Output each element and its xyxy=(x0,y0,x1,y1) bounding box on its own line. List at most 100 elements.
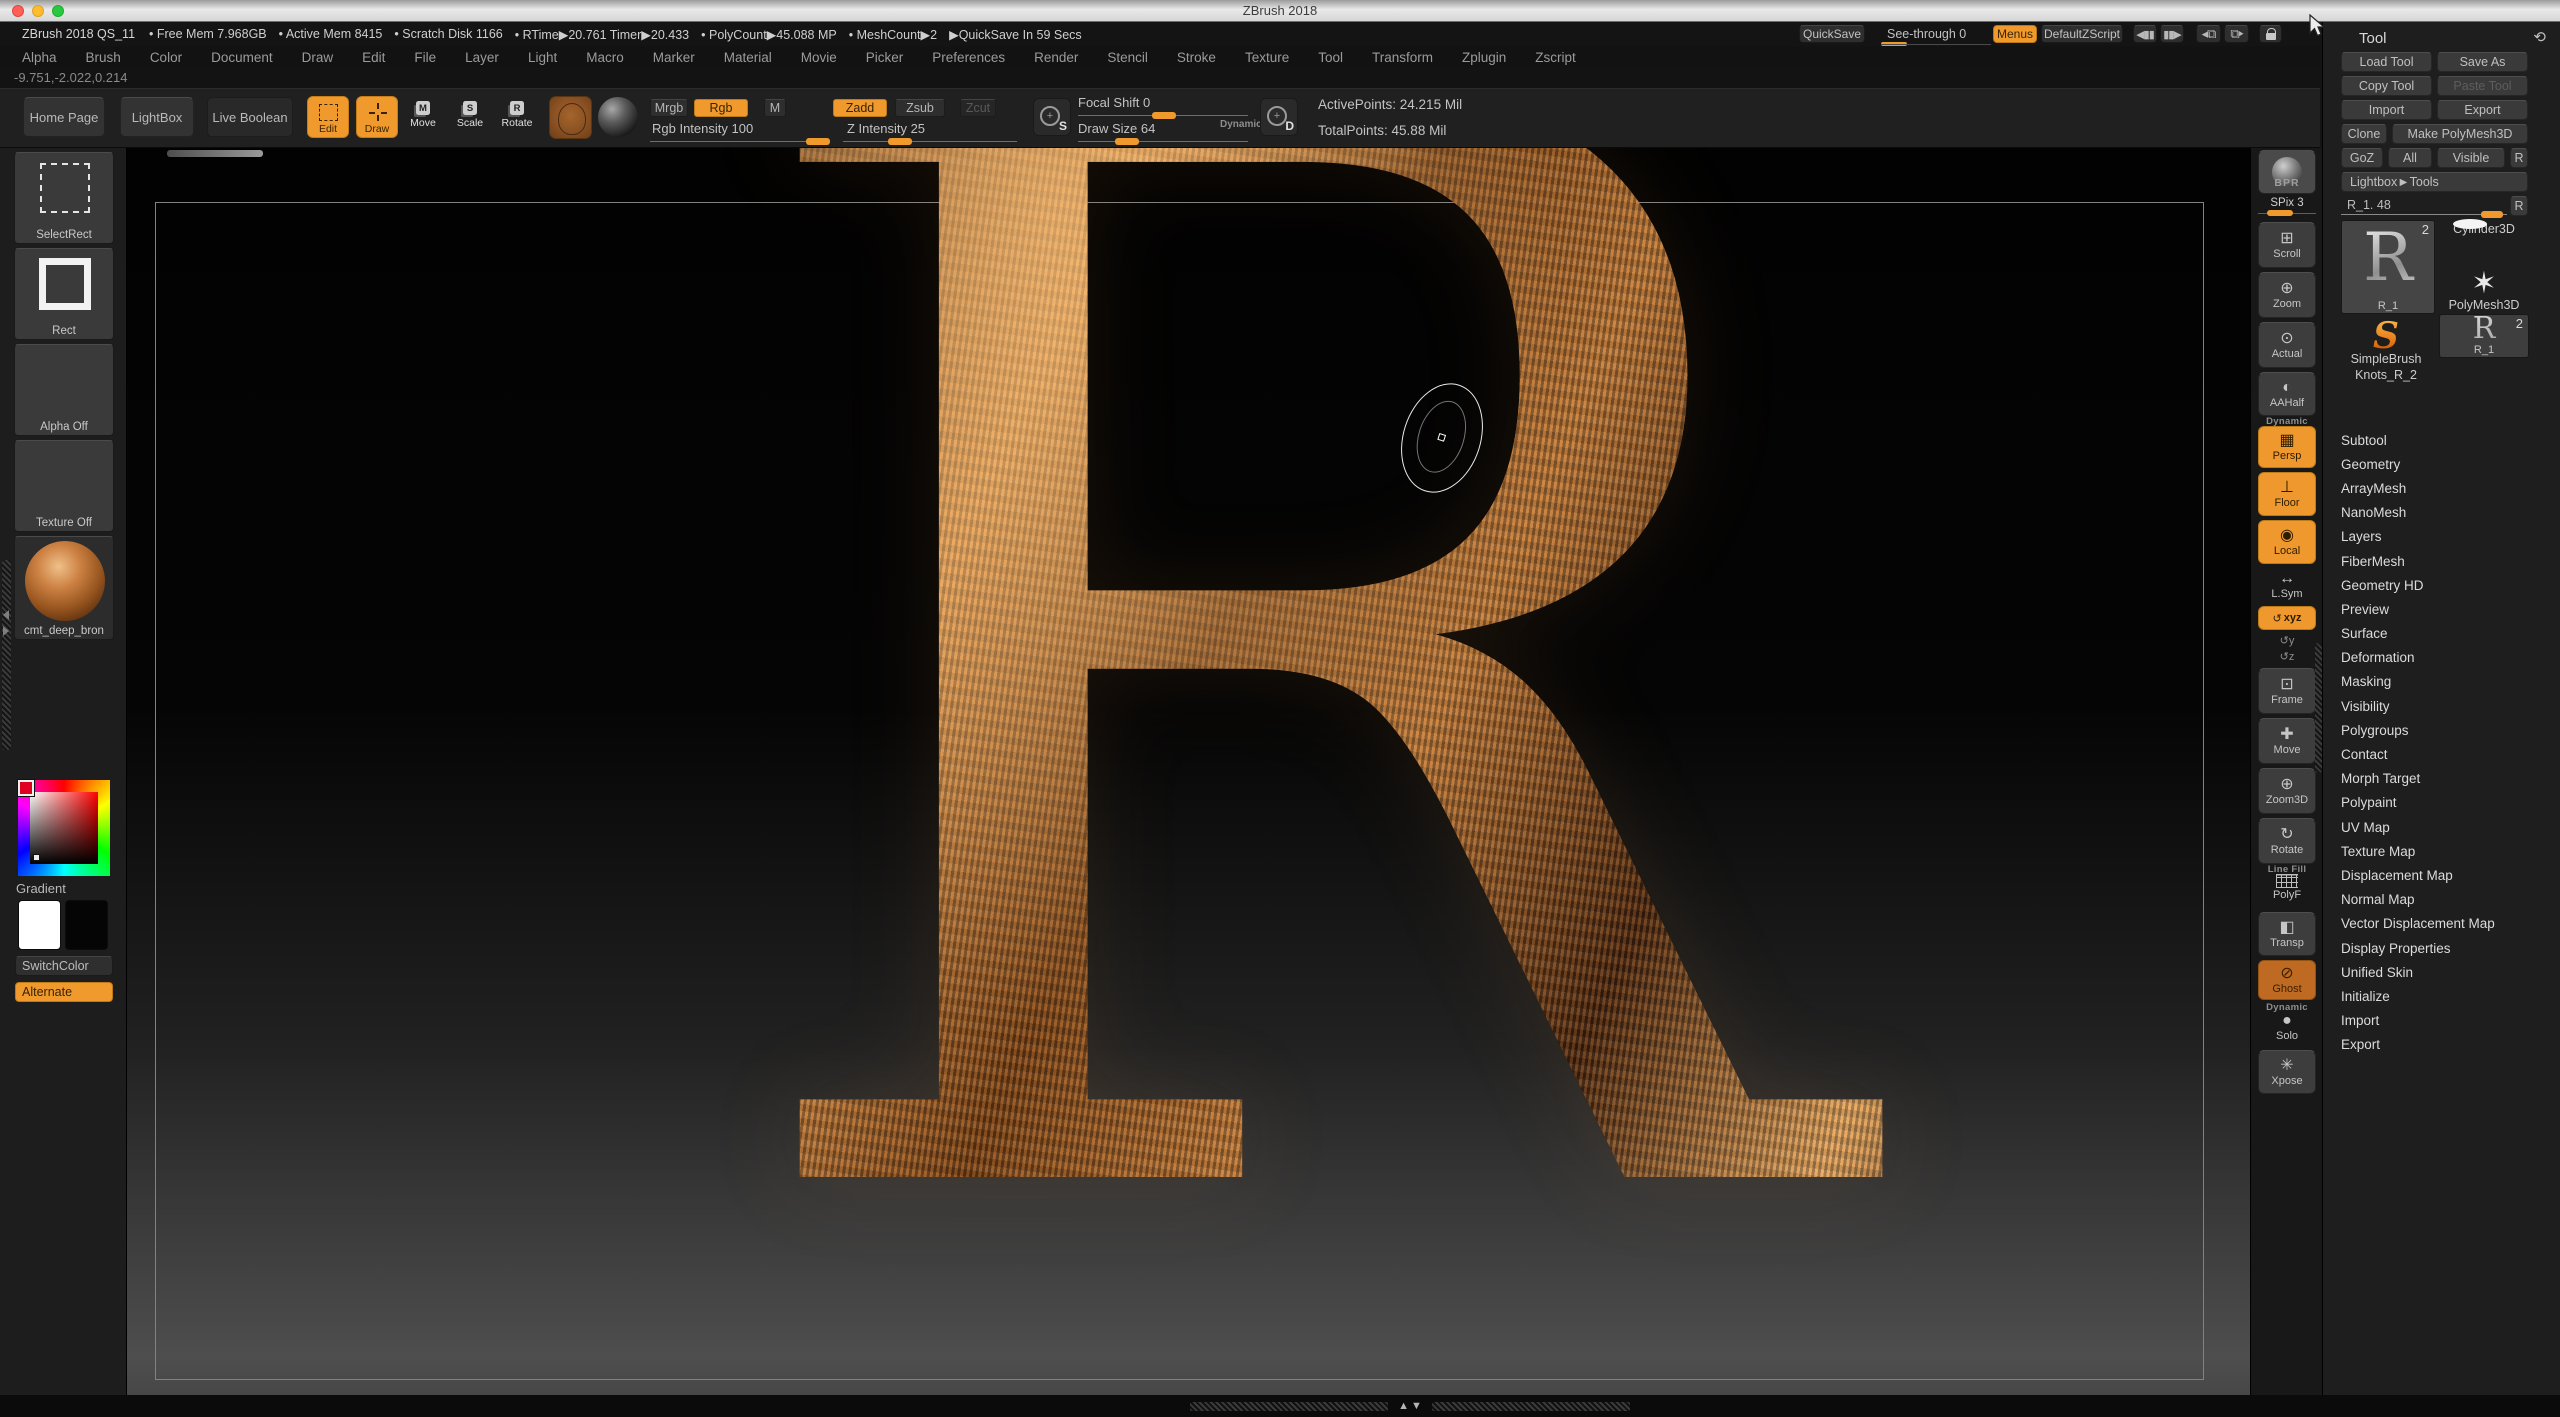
menu-item[interactable]: Marker xyxy=(653,50,695,65)
floor-button[interactable]: ⊥ Floor xyxy=(2258,472,2316,516)
lock-icon[interactable] xyxy=(2259,25,2282,43)
tray-scrollbar[interactable] xyxy=(2,560,11,750)
menu-item[interactable]: Zscript xyxy=(1535,50,1576,65)
load-tool-button[interactable]: Load Tool xyxy=(2341,52,2432,72)
divider-grip-left[interactable] xyxy=(1190,1401,1388,1411)
tool-name-slider-handle[interactable] xyxy=(2481,211,2503,218)
subpalette-header[interactable]: Export xyxy=(2341,1033,2551,1057)
local-button[interactable]: ◉ Local xyxy=(2258,520,2316,564)
subpalette-header[interactable]: Layers xyxy=(2341,525,2551,549)
actual-button[interactable]: ⊙ Actual xyxy=(2258,322,2316,368)
tool-item-cylinder3d[interactable]: Cylinder3D xyxy=(2439,222,2529,236)
subpalette-header[interactable]: Normal Map xyxy=(2341,888,2551,912)
paste-config-icon[interactable]: ⧉▸ xyxy=(2224,25,2249,43)
subpalette-header[interactable]: Geometry HD xyxy=(2341,573,2551,597)
home-page-button[interactable]: Home Page xyxy=(23,97,105,137)
ylock-button[interactable]: ↺y xyxy=(2258,634,2316,647)
subpalette-header[interactable]: NanoMesh xyxy=(2341,501,2551,525)
scroll-button[interactable]: ⊞ Scroll xyxy=(2258,222,2316,268)
spix-handle[interactable] xyxy=(2267,210,2293,216)
see-through-slider[interactable]: See-through 0 xyxy=(1881,27,1991,46)
z-intensity-track[interactable] xyxy=(843,141,1017,142)
transp-button[interactable]: ◧ Transp xyxy=(2258,912,2316,956)
draw-mode-button[interactable]: Draw xyxy=(356,96,398,138)
tool-name-slider[interactable]: R_1. 48 xyxy=(2341,196,2507,218)
qxyz-button[interactable]: ↺ xyz xyxy=(2258,606,2316,630)
menus-toggle-button[interactable]: Menus xyxy=(1993,25,2037,43)
menu-item[interactable]: Tool xyxy=(1318,50,1343,65)
draw-size-handle[interactable] xyxy=(1115,138,1139,145)
subpalette-header[interactable]: Vector Displacement Map xyxy=(2341,912,2551,936)
subpalette-header[interactable]: Surface xyxy=(2341,622,2551,646)
xpose-button[interactable]: ✳ Xpose xyxy=(2258,1050,2316,1094)
clone-button[interactable]: Clone xyxy=(2341,124,2387,144)
subpalette-header[interactable]: Contact xyxy=(2341,742,2551,766)
stroke-selector[interactable]: SelectRect xyxy=(14,152,114,244)
rgb-intensity-track[interactable] xyxy=(650,141,830,142)
subpalette-header[interactable]: Visibility xyxy=(2341,694,2551,718)
rotate-canvas-button[interactable]: ↻ Rotate xyxy=(2258,818,2316,864)
restore-configuration-icon[interactable]: ⟲ xyxy=(2533,28,2546,46)
secondary-color-swatch[interactable] xyxy=(65,900,108,950)
menu-item[interactable]: File xyxy=(414,50,436,65)
spix-slider[interactable]: SPix 3 xyxy=(2258,197,2316,216)
zoom3d-button[interactable]: ⊕ Zoom3D xyxy=(2258,768,2316,814)
texture-selector[interactable]: Texture Off xyxy=(14,440,114,532)
persp-button[interactable]: ▦ Persp xyxy=(2258,426,2316,468)
bpr-render-button[interactable]: BPR xyxy=(2258,150,2316,194)
subpalette-header[interactable]: Initialize xyxy=(2341,984,2551,1008)
saturation-value-square[interactable] xyxy=(30,792,98,864)
tray-expand-arrow-icon[interactable] xyxy=(3,626,9,636)
switch-color-button[interactable]: SwitchColor xyxy=(15,956,113,976)
zcut-button[interactable]: Zcut xyxy=(960,99,996,117)
m-button[interactable]: M xyxy=(764,99,786,117)
focal-shift-handle[interactable] xyxy=(1152,112,1176,119)
tool-r-button[interactable]: R xyxy=(2510,196,2528,216)
subpalette-header[interactable]: Display Properties xyxy=(2341,936,2551,960)
subpalette-header[interactable]: Texture Map xyxy=(2341,839,2551,863)
frame-button[interactable]: ⊡ Frame xyxy=(2258,668,2316,714)
menu-item[interactable]: Stencil xyxy=(1107,50,1148,65)
menu-item[interactable]: Preferences xyxy=(932,50,1005,65)
menu-item[interactable]: Macro xyxy=(586,50,624,65)
zadd-button[interactable]: Zadd xyxy=(833,99,887,117)
menu-item[interactable]: Zplugin xyxy=(1462,50,1506,65)
menu-item[interactable]: Texture xyxy=(1245,50,1289,65)
menu-item[interactable]: Draw xyxy=(302,50,334,65)
import-button[interactable]: Import xyxy=(2341,100,2432,120)
menu-item[interactable]: Picker xyxy=(866,50,904,65)
quicksave-button[interactable]: QuickSave xyxy=(1799,25,1865,43)
export-button[interactable]: Export xyxy=(2437,100,2528,120)
shelf-scroll-left-icon[interactable]: ◀▮▮ xyxy=(2133,25,2157,43)
goz-visible-button[interactable]: Visible xyxy=(2437,148,2505,168)
divider-grip-right[interactable] xyxy=(1432,1401,1630,1411)
subpalette-header[interactable]: Polypaint xyxy=(2341,791,2551,815)
material-selector[interactable]: cmt_deep_bron xyxy=(14,536,114,640)
subpalette-header[interactable]: Subtool xyxy=(2341,428,2551,452)
tray-resize-handle[interactable] xyxy=(167,150,263,157)
edit-mode-button[interactable]: Edit xyxy=(307,96,349,138)
rotate-mode-button[interactable]: R Rotate xyxy=(499,101,535,129)
goz-button[interactable]: GoZ xyxy=(2341,148,2383,168)
ghost-button[interactable]: ⊘ Ghost xyxy=(2258,960,2316,1000)
menu-item[interactable]: Transform xyxy=(1372,50,1433,65)
menu-item[interactable]: Render xyxy=(1034,50,1078,65)
menu-item[interactable]: Document xyxy=(211,50,273,65)
copy-tool-button[interactable]: Copy Tool xyxy=(2341,76,2432,96)
live-boolean-button[interactable]: Live Boolean xyxy=(207,97,293,137)
subpalette-header[interactable]: UV Map xyxy=(2341,815,2551,839)
paste-tool-button[interactable]: Paste Tool xyxy=(2437,76,2528,96)
subpalette-header[interactable]: Deformation xyxy=(2341,646,2551,670)
divider-down-arrow-icon[interactable]: ▼ xyxy=(1411,1400,1422,1412)
subpalette-header[interactable]: FiberMesh xyxy=(2341,549,2551,573)
aahalf-button[interactable]: ◐ AAHalf xyxy=(2258,372,2316,416)
subpalette-header[interactable]: Unified Skin xyxy=(2341,960,2551,984)
tray-collapse-arrow-icon[interactable] xyxy=(3,610,9,620)
solo-button[interactable]: ● Solo xyxy=(2258,1012,2316,1042)
zsub-button[interactable]: Zsub xyxy=(895,99,945,117)
z-intensity-handle[interactable] xyxy=(888,138,912,145)
rgb-intensity-handle[interactable] xyxy=(806,138,830,145)
shelf-scroll-right-icon[interactable]: ▮▮▶ xyxy=(2160,25,2184,43)
subpalette-header[interactable]: Polygroups xyxy=(2341,718,2551,742)
zlock-button[interactable]: ↺z xyxy=(2258,650,2316,663)
